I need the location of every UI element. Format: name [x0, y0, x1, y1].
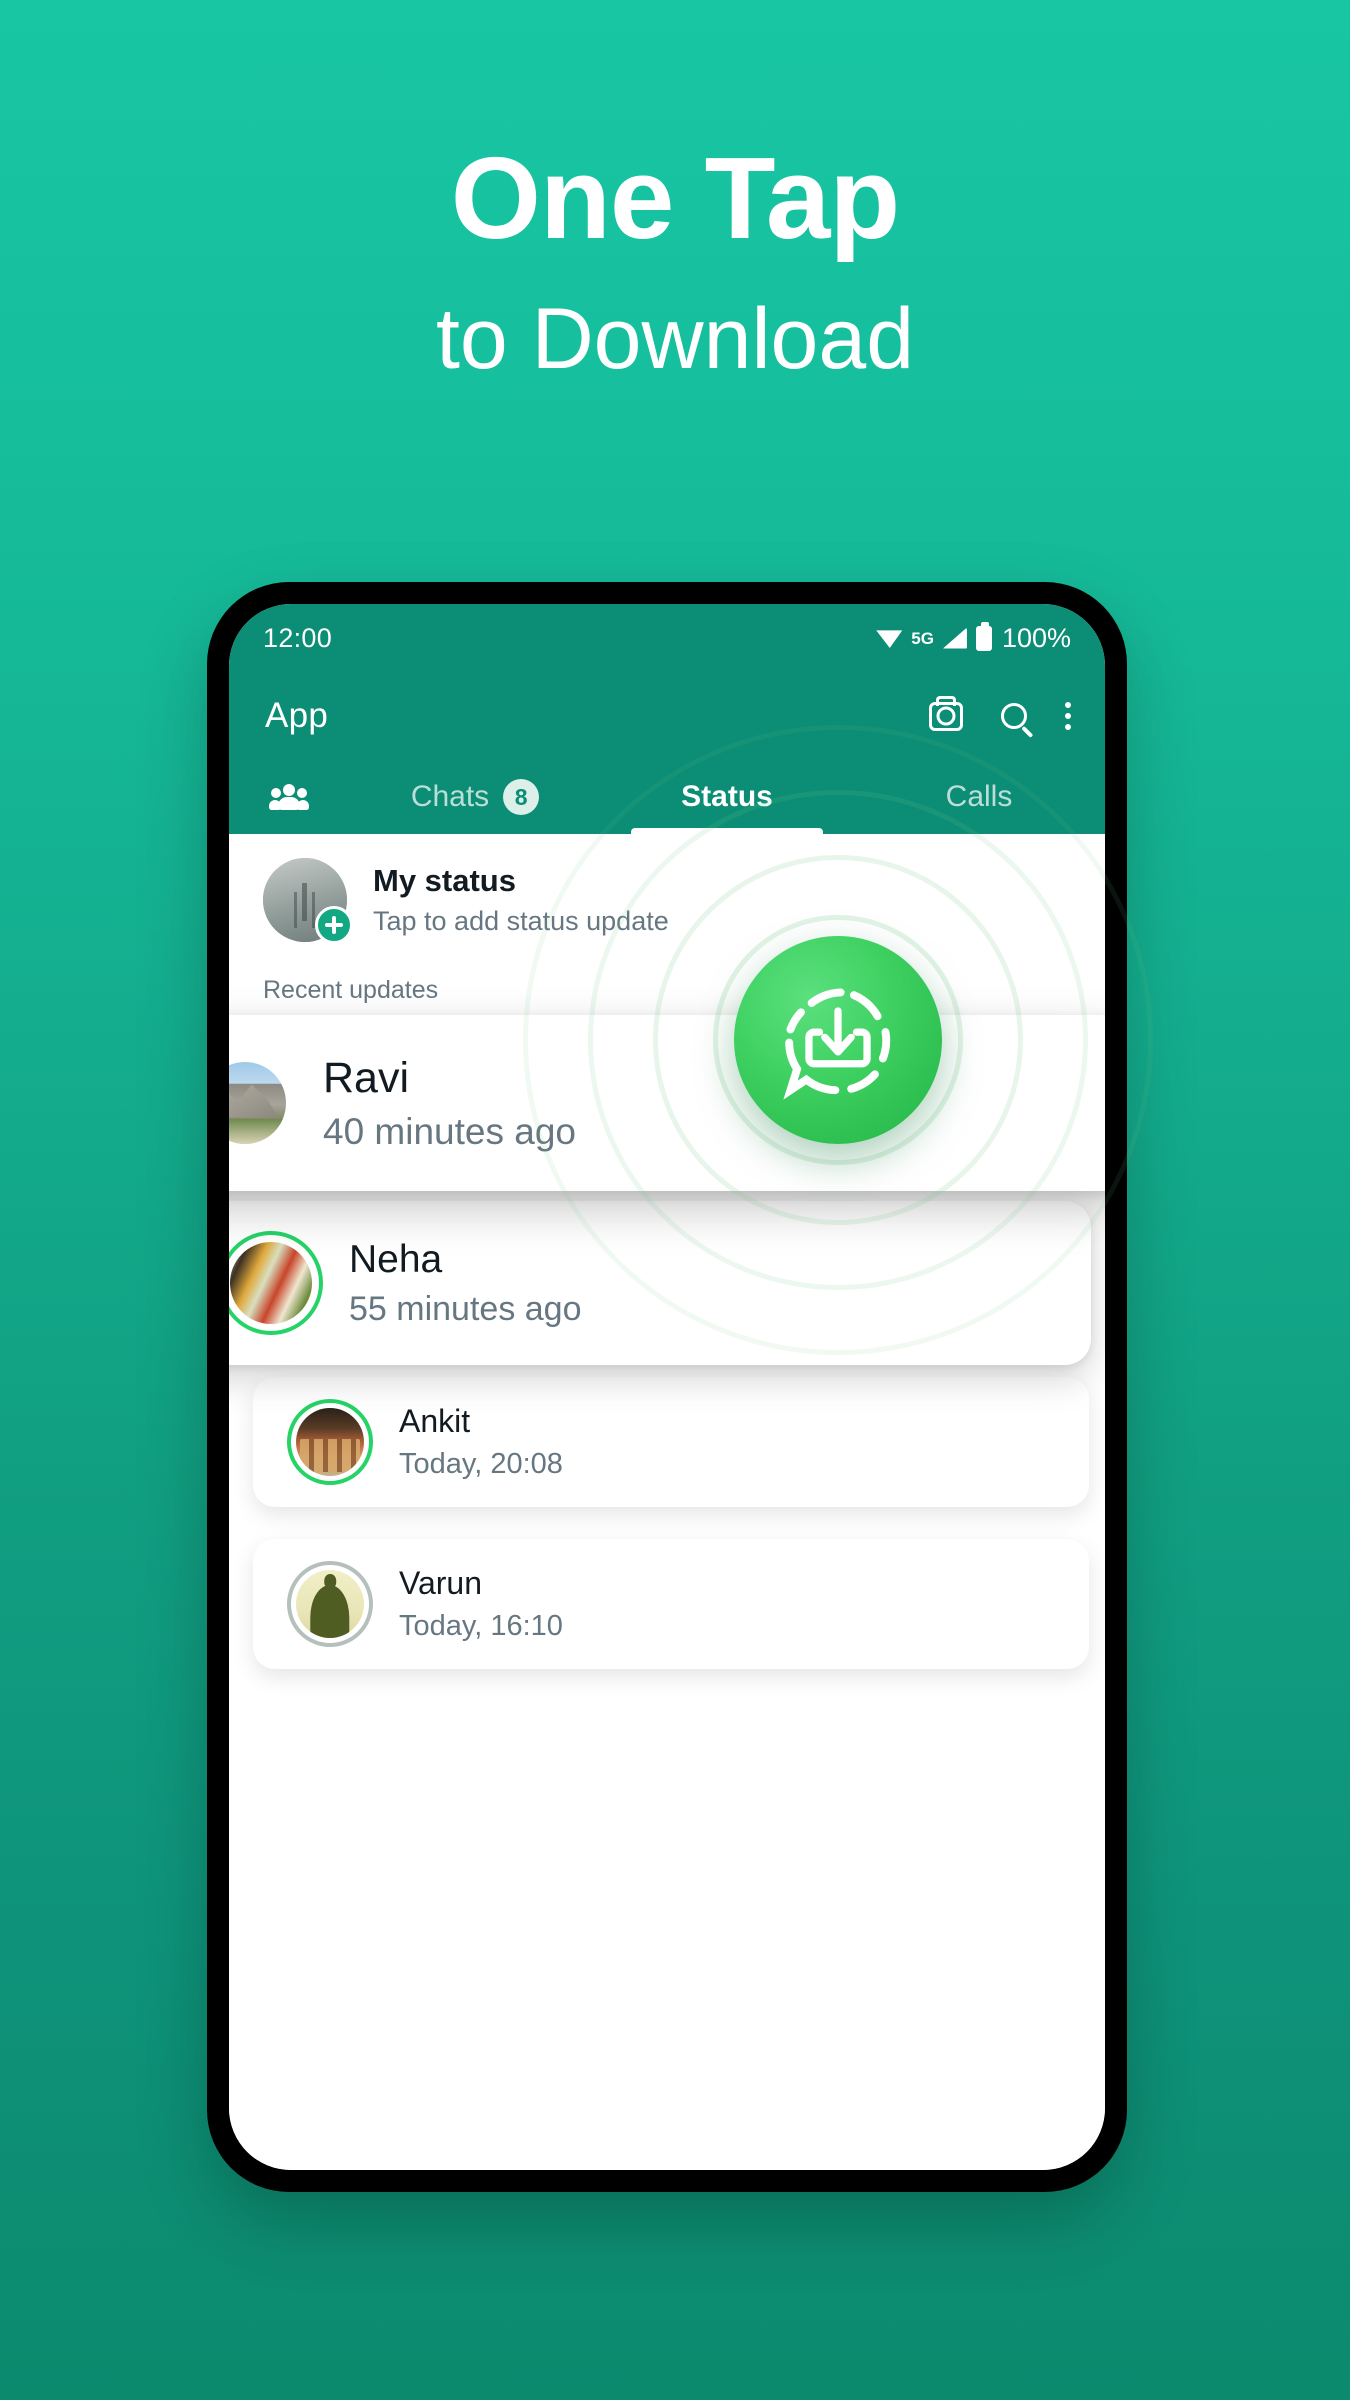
my-status-row[interactable]: My status Tap to add status update: [229, 834, 1105, 960]
battery-icon: [975, 621, 992, 651]
phone-mockup: 12:00 5G 100% App Chats 8 Status Calls M…: [207, 582, 1127, 2192]
avatar-varun[interactable]: [287, 1561, 373, 1647]
status-bar: 12:00 5G 100%: [229, 604, 1105, 672]
avatar-ravi[interactable]: [229, 1051, 297, 1155]
camera-icon[interactable]: [929, 701, 963, 731]
my-status-subtitle: Tap to add status update: [373, 906, 669, 936]
my-status-text: My status Tap to add status update: [373, 863, 669, 937]
tab-status-label: Status: [681, 780, 773, 813]
tab-bar: Chats 8 Status Calls: [229, 760, 1105, 834]
status-text-varun: Varun Today, 16:10: [399, 1565, 563, 1643]
status-time: 55 minutes ago: [349, 1289, 582, 1328]
contact-name: Varun: [399, 1565, 483, 1601]
tab-community[interactable]: [229, 760, 349, 834]
network-type-label: 5G: [911, 628, 934, 648]
signal-bars-icon: [942, 627, 967, 649]
tab-chats[interactable]: Chats 8: [349, 760, 601, 834]
search-icon[interactable]: [1001, 703, 1027, 729]
wifi-icon: [876, 628, 902, 648]
app-bar: App: [229, 672, 1105, 760]
tab-chats-label: Chats: [410, 780, 490, 813]
hero-section: One Tap to Download: [0, 0, 1350, 382]
status-bar-indicators: 5G 100%: [876, 621, 1071, 654]
page-title: One Tap: [450, 133, 900, 263]
my-status-avatar[interactable]: [263, 858, 353, 944]
tab-calls[interactable]: Calls: [853, 760, 1105, 834]
status-text-ravi: Ravi 40 minutes ago: [323, 1054, 576, 1153]
contact-name: Ravi: [323, 1053, 410, 1102]
recent-updates-label: Recent updates: [263, 976, 439, 1004]
status-row-ankit[interactable]: Ankit Today, 20:08: [253, 1377, 1089, 1507]
plus-icon[interactable]: [315, 906, 353, 944]
status-row-neha[interactable]: Neha 55 minutes ago: [229, 1201, 1091, 1365]
avatar-ankit[interactable]: [287, 1399, 373, 1485]
page-subtitle: to Download: [435, 291, 915, 387]
app-bar-actions: [929, 701, 1071, 731]
status-list: My status Tap to add status update Recen…: [229, 834, 1105, 2170]
status-bar-time: 12:00: [263, 622, 333, 653]
community-icon: [269, 784, 309, 810]
overflow-menu-icon[interactable]: [1065, 702, 1071, 730]
chat-bubble-download-icon: [783, 988, 891, 1100]
status-text-ankit: Ankit Today, 20:08: [399, 1403, 563, 1481]
status-time: 40 minutes ago: [323, 1110, 577, 1152]
status-time: Today, 16:10: [399, 1610, 563, 1642]
status-text-neha: Neha 55 minutes ago: [349, 1238, 582, 1329]
my-status-title: My status: [373, 863, 516, 898]
tab-status[interactable]: Status: [601, 760, 853, 834]
battery-percent-label: 100%: [1001, 622, 1071, 653]
download-status-fab[interactable]: [734, 936, 942, 1144]
phone-screen: 12:00 5G 100% App Chats 8 Status Calls M…: [229, 604, 1105, 2170]
status-time: Today, 20:08: [399, 1448, 563, 1480]
tab-calls-label: Calls: [945, 780, 1013, 813]
app-title: App: [265, 696, 329, 735]
status-row-ravi[interactable]: Ravi 40 minutes ago: [229, 1015, 1105, 1191]
avatar-neha[interactable]: [229, 1231, 323, 1335]
contact-name: Neha: [349, 1237, 443, 1281]
contact-name: Ankit: [399, 1403, 471, 1439]
status-row-varun[interactable]: Varun Today, 16:10: [253, 1539, 1089, 1669]
chats-unread-badge: 8: [503, 779, 540, 815]
